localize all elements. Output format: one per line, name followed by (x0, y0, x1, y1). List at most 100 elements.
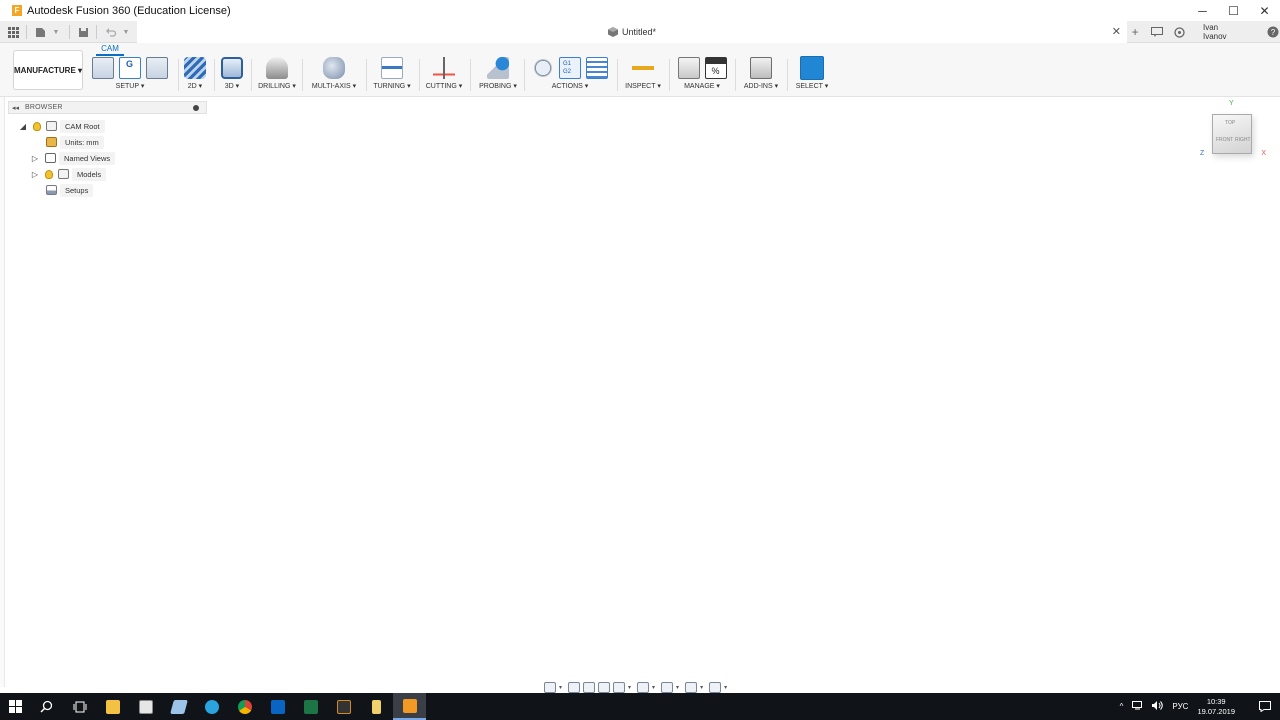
undo-caret-icon[interactable]: ▼ (119, 24, 133, 40)
actions-menu[interactable]: ACTIONS ▾ (528, 82, 612, 90)
multi-axis-icon[interactable] (323, 57, 345, 79)
document-tab[interactable]: Untitled* ✕ (137, 21, 1127, 43)
close-tab-icon[interactable]: ✕ (1112, 25, 1121, 38)
windows-start-icon[interactable] (0, 693, 30, 720)
job-status-icon[interactable] (1150, 24, 1164, 40)
tree-node-cam-root[interactable]: ◢ CAM Root (18, 119, 105, 133)
undo-icon[interactable] (103, 24, 117, 40)
simulate-icon[interactable] (532, 57, 554, 79)
help-icon[interactable]: ? (1266, 24, 1280, 40)
layers-icon[interactable] (709, 681, 722, 693)
telegram-icon[interactable] (195, 693, 228, 720)
user-account-menu[interactable]: Ivan Ivanov (1203, 23, 1240, 41)
collapsed-triangle-icon[interactable]: ▷ (30, 170, 40, 179)
calculator-icon[interactable] (129, 693, 162, 720)
action-center-icon[interactable] (1250, 693, 1280, 720)
measure-icon[interactable] (632, 57, 654, 79)
turning-menu[interactable]: TURNING ▾ (371, 82, 413, 90)
excel-icon[interactable] (294, 693, 327, 720)
notes-app-icon[interactable] (360, 693, 393, 720)
tree-node-setups[interactable]: Setups (46, 183, 94, 197)
file-explorer-icon[interactable] (96, 693, 129, 720)
maximize-button[interactable]: ☐ (1218, 0, 1249, 21)
probing-icon[interactable] (487, 57, 509, 79)
probing-menu[interactable]: PROBING ▾ (476, 82, 520, 90)
setup-icon[interactable] (92, 57, 114, 79)
search-icon[interactable] (30, 693, 63, 720)
cube-face-right[interactable]: RIGHT (1235, 137, 1251, 143)
file-menu-icon[interactable] (33, 24, 47, 40)
view-cube[interactable]: Y TOP FRONT RIGHT Z X (1200, 100, 1266, 170)
manage-menu[interactable]: MANAGE ▾ (674, 82, 730, 90)
post-process-icon[interactable] (559, 57, 581, 79)
tool-library-icon[interactable] (677, 57, 700, 79)
terminal-app-icon[interactable] (327, 693, 360, 720)
fit-icon[interactable] (613, 681, 626, 693)
fusion-360-taskbar-icon[interactable] (393, 693, 426, 720)
browser-pin-icon[interactable] (193, 105, 199, 111)
input-language-indicator[interactable]: РУС (1172, 702, 1188, 711)
post-library-icon[interactable] (704, 57, 727, 79)
workspace-switcher[interactable]: MANUFACTURE ▾ (13, 50, 83, 90)
cube-face-front[interactable]: FRONT (1216, 137, 1233, 143)
tree-node-models[interactable]: ▷ Models (30, 167, 107, 181)
notifications-icon[interactable] (1173, 24, 1187, 40)
layers-caret-icon[interactable]: ▾ (724, 684, 727, 691)
task-view-icon[interactable] (63, 693, 96, 720)
cube-face-top[interactable]: TOP (1225, 120, 1235, 126)
scripts-add-ins-icon[interactable] (750, 57, 772, 79)
look-at-icon[interactable] (568, 681, 581, 693)
cutting-icon[interactable] (433, 57, 455, 79)
display-settings-icon[interactable] (637, 681, 650, 693)
grid-caret-icon[interactable]: ▾ (676, 684, 679, 691)
units-icon (46, 137, 57, 147)
orbit-caret-icon[interactable]: ▾ (559, 684, 562, 691)
visibility-bulb-icon[interactable] (45, 169, 53, 179)
cutting-menu[interactable]: CUTTING ▾ (424, 82, 464, 90)
viewports-icon[interactable] (685, 681, 698, 693)
view-cube-body[interactable]: TOP FRONT RIGHT (1212, 114, 1252, 154)
orbit-icon[interactable] (544, 681, 556, 693)
setup-menu[interactable]: SETUP ▾ (90, 82, 170, 90)
display-caret-icon[interactable]: ▾ (652, 684, 655, 691)
tree-node-units[interactable]: Units: mm (46, 135, 104, 149)
pan-hand-icon[interactable] (583, 681, 596, 693)
tree-node-named-views[interactable]: ▷ Named Views (30, 151, 116, 165)
minimize-button[interactable]: ─ (1187, 0, 1218, 21)
select-icon[interactable] (800, 56, 824, 80)
app-blue-icon[interactable] (162, 693, 195, 720)
collapsed-triangle-icon[interactable]: ▷ (30, 154, 40, 163)
save-icon[interactable] (76, 24, 90, 40)
visibility-bulb-icon[interactable] (33, 121, 41, 131)
show-hidden-icons-icon[interactable]: ^ (1120, 702, 1124, 711)
turning-icon[interactable] (381, 57, 403, 79)
drilling-menu[interactable]: DRILLING ▾ (256, 82, 298, 90)
setup-sheet-icon[interactable] (586, 57, 608, 79)
volume-icon[interactable] (1152, 701, 1164, 712)
3d-adaptive-clearing-icon[interactable] (221, 57, 243, 79)
fit-caret-icon[interactable]: ▾ (628, 684, 631, 691)
select-menu[interactable]: SELECT ▾ (792, 82, 832, 90)
new-folder-icon[interactable] (146, 57, 168, 79)
outlook-icon[interactable] (261, 693, 294, 720)
grid-settings-icon[interactable] (661, 681, 674, 693)
chrome-icon[interactable] (228, 693, 261, 720)
new-tab-icon[interactable]: + (1128, 24, 1142, 40)
close-window-button[interactable]: ✕ (1249, 0, 1280, 21)
collapse-browser-icon[interactable]: ◂◂ (12, 104, 19, 112)
network-icon[interactable] (1132, 701, 1143, 712)
inspect-menu[interactable]: INSPECT ▾ (622, 82, 664, 90)
2d-menu[interactable]: 2D ▾ (182, 82, 208, 90)
system-clock[interactable]: 10:39 19.07.2019 (1197, 697, 1235, 717)
multi-axis-menu[interactable]: MULTI-AXIS ▾ (308, 82, 360, 90)
app-grid-icon[interactable] (6, 24, 20, 40)
zoom-icon[interactable] (598, 681, 611, 693)
viewports-caret-icon[interactable]: ▾ (700, 684, 703, 691)
expanded-triangle-icon[interactable]: ◢ (18, 122, 28, 131)
nc-program-icon[interactable] (119, 57, 141, 79)
add-ins-menu[interactable]: ADD-INS ▾ (740, 82, 782, 90)
drill-icon[interactable] (266, 57, 288, 79)
3d-menu[interactable]: 3D ▾ (219, 82, 245, 90)
file-menu-caret-icon[interactable]: ▼ (49, 24, 63, 40)
2d-adaptive-clearing-icon[interactable] (184, 57, 206, 79)
